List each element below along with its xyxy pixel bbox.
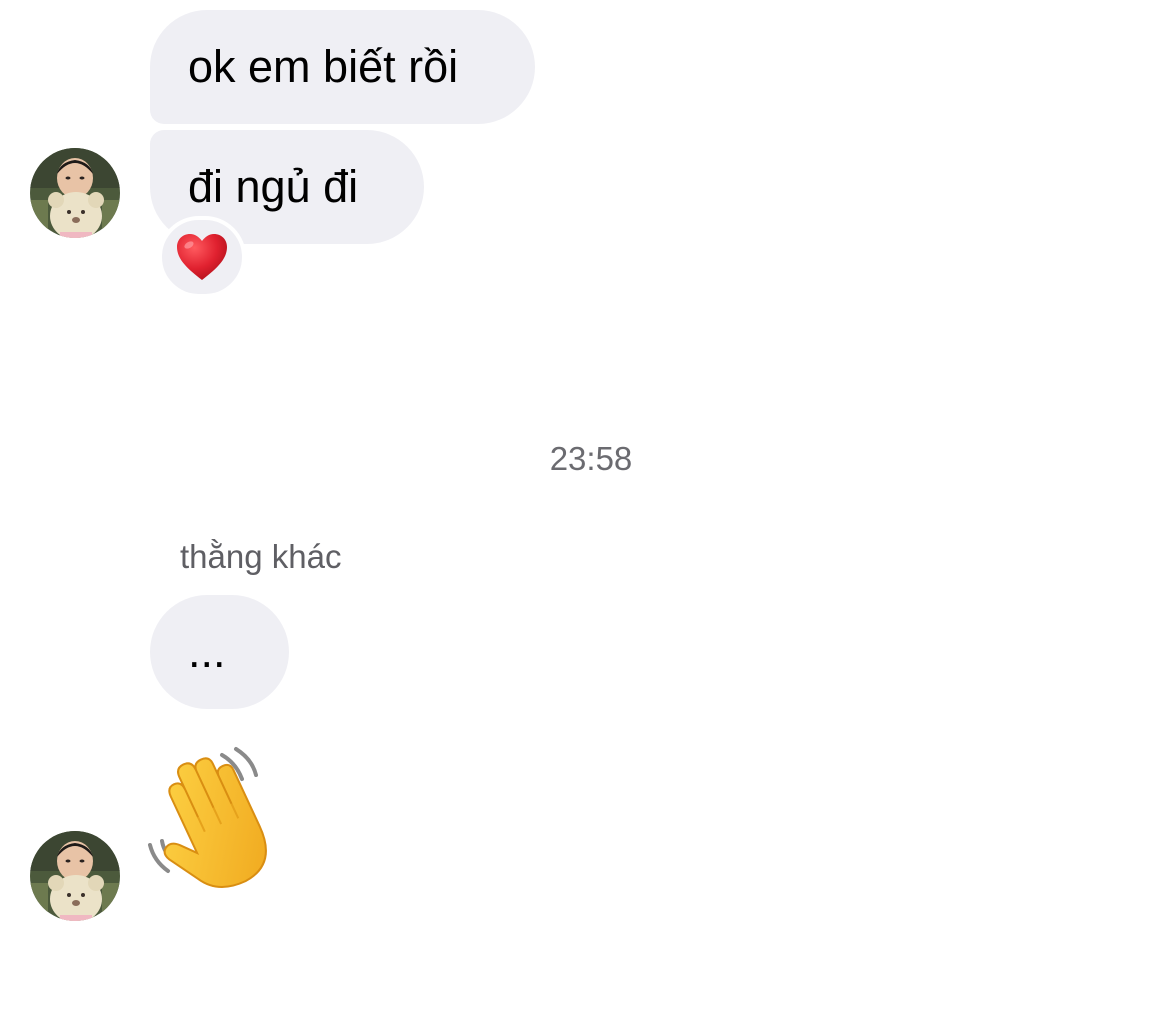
avatar-photo-icon [30,831,120,921]
waving-hand-sticker[interactable] [140,745,300,895]
reply-label: thằng khác [180,538,342,575]
message-bubble[interactable]: ... [150,595,289,709]
contact-avatar[interactable] [30,831,120,921]
message-bubble[interactable]: ok em biết rồi [150,10,535,124]
avatar-photo-icon [30,148,120,238]
message-text: ... [188,626,226,677]
message-reaction[interactable] [158,216,246,298]
waving-hand-icon [148,747,267,888]
message-text: đi ngủ đi [188,161,359,212]
contact-avatar[interactable] [30,148,120,238]
message-text: ok em biết rồi [188,41,459,92]
red-heart-icon [177,234,227,280]
timestamp: 23:58 [549,440,633,477]
